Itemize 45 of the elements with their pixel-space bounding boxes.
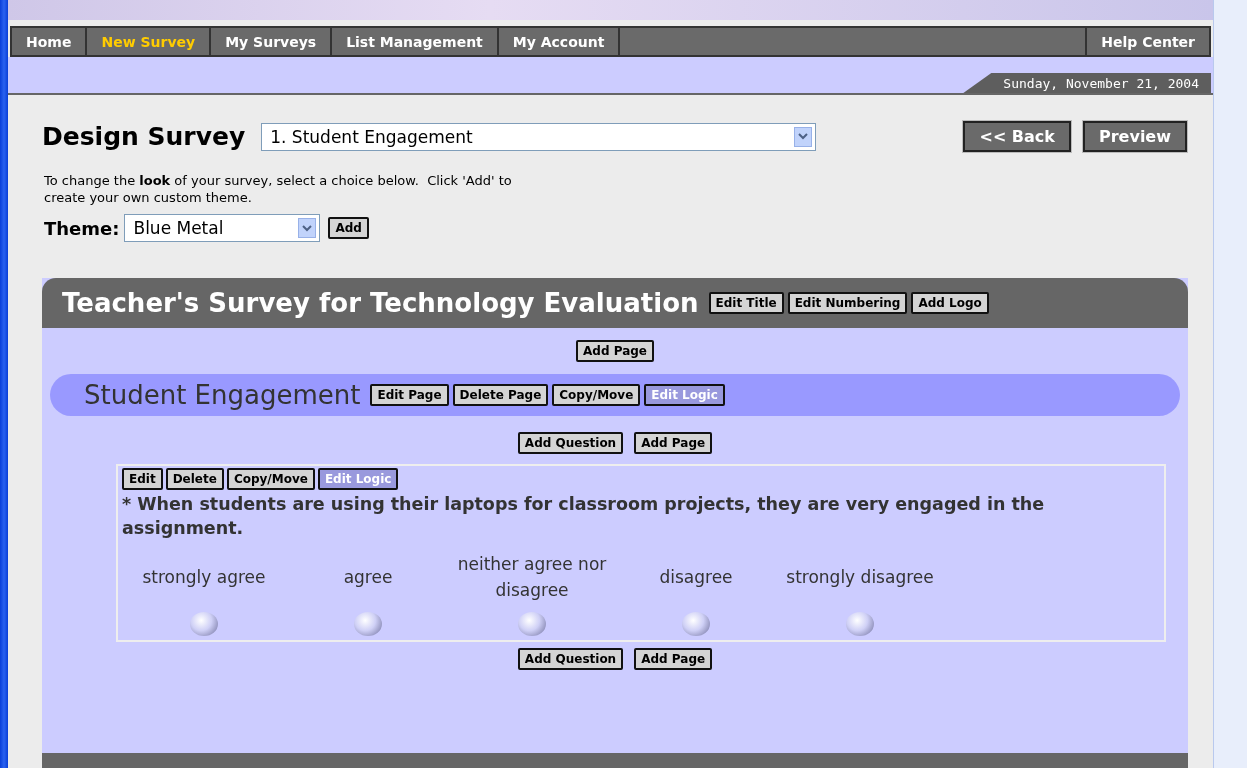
nav-button[interactable]: << Back	[963, 121, 1071, 152]
nav-tab[interactable]: New Survey	[87, 28, 212, 55]
question-text: * When students are using their laptops for classroom projects, they are very engaged in the assignment.	[122, 493, 1046, 540]
action-button[interactable]: Edit Numbering	[787, 292, 908, 314]
page-title: Design Survey	[42, 122, 246, 151]
theme-instructions: To change the look of your survey, select a choice below. Click 'Add' to create your own custom theme.	[44, 172, 513, 206]
page-title: Student Engagement	[84, 380, 361, 410]
nav-tab[interactable]: My Surveys	[211, 28, 333, 55]
radio-button[interactable]	[682, 612, 710, 636]
radio-button[interactable]	[354, 612, 382, 636]
add-theme-button[interactable]: Add	[328, 217, 369, 239]
action-button[interactable]: Add Question	[517, 432, 624, 454]
nav-tab[interactable]: My Account	[498, 28, 621, 55]
survey-title: Teacher's Survey for Technology Evaluation	[62, 288, 699, 318]
action-button[interactable]: Edit	[122, 468, 163, 490]
action-button[interactable]: Add Page	[634, 432, 713, 454]
action-button[interactable]: Edit Page	[370, 384, 449, 406]
nav-tab[interactable]: List Management	[332, 28, 499, 55]
option-label: agree	[343, 566, 393, 589]
nav-button[interactable]: Preview	[1083, 121, 1187, 152]
dropdown-icon	[298, 218, 317, 238]
action-button[interactable]: Add Page	[576, 340, 654, 362]
action-button[interactable]: Add Question	[517, 648, 624, 670]
action-button[interactable]: Copy/Move	[552, 384, 641, 406]
nav-tab[interactable]: Home	[12, 28, 88, 55]
theme-select[interactable]: Blue Metal	[124, 214, 321, 242]
option-label: strongly agree	[142, 566, 266, 589]
action-button[interactable]: Edit Title	[708, 292, 784, 314]
theme-label: Theme:	[44, 217, 120, 239]
option-label: neither agree nor disagree	[457, 553, 607, 602]
action-button[interactable]: Add Page	[634, 648, 713, 670]
nav-tab[interactable]: Help Center	[1085, 28, 1209, 55]
action-button[interactable]: Copy/Move	[226, 468, 315, 490]
survey-select[interactable]: 1. Student Engagement	[261, 122, 817, 151]
radio-button[interactable]	[190, 612, 218, 636]
radio-button[interactable]	[518, 612, 546, 636]
option-label: disagree	[659, 566, 733, 589]
action-button[interactable]: Add Logo	[911, 292, 989, 314]
scrollbar[interactable]	[1213, 0, 1247, 768]
action-button[interactable]: Delete Page	[452, 384, 549, 406]
action-button[interactable]: Delete	[165, 468, 224, 490]
radio-button[interactable]	[846, 612, 874, 636]
option-label: strongly disagree	[786, 566, 934, 589]
dropdown-icon	[794, 126, 813, 147]
date-label: Sunday, November 21, 2004	[963, 73, 1211, 93]
